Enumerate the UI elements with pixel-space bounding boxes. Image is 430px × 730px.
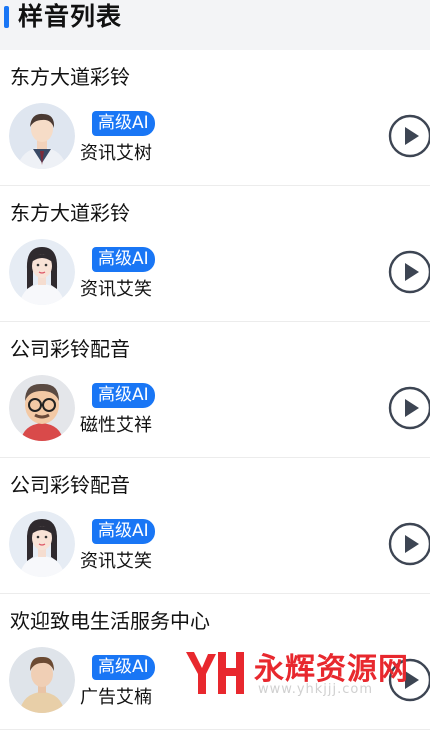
speaker-name: 资讯艾笑 bbox=[80, 551, 152, 572]
play-icon bbox=[388, 522, 430, 566]
sample-title: 东方大道彩铃 bbox=[10, 201, 130, 225]
page-title: 样音列表 bbox=[18, 2, 123, 31]
play-button[interactable] bbox=[388, 522, 430, 566]
premium-ai-badge: 高级AI bbox=[92, 383, 155, 408]
speaker-avatar bbox=[9, 375, 75, 441]
list-item[interactable]: 公司彩铃配音 高级AI 资讯艾笑 bbox=[0, 458, 430, 594]
speaker-avatar bbox=[9, 239, 75, 305]
page-header: 样音列表 bbox=[0, 0, 430, 50]
play-button[interactable] bbox=[388, 386, 430, 430]
speaker-avatar bbox=[9, 103, 75, 169]
play-button[interactable] bbox=[388, 250, 430, 294]
site-watermark: 永辉资源网 www.yhkjjj.com bbox=[182, 644, 430, 700]
speaker-avatar bbox=[9, 511, 75, 577]
premium-ai-badge: 高级AI bbox=[92, 111, 155, 136]
premium-ai-badge: 高级AI bbox=[92, 655, 155, 680]
list-item[interactable]: 东方大道彩铃 高级AI 资讯艾树 bbox=[0, 50, 430, 186]
sample-title: 欢迎致电生活服务中心 bbox=[10, 609, 210, 633]
watermark-logo-icon bbox=[186, 652, 244, 694]
premium-ai-badge: 高级AI bbox=[92, 519, 155, 544]
watermark-url: www.yhkjjj.com bbox=[258, 682, 374, 697]
sample-title: 公司彩铃配音 bbox=[10, 337, 130, 361]
speaker-name: 资讯艾笑 bbox=[80, 279, 152, 300]
play-icon bbox=[388, 386, 430, 430]
sample-title: 东方大道彩铃 bbox=[10, 65, 130, 89]
play-icon bbox=[388, 250, 430, 294]
speaker-avatar bbox=[9, 647, 75, 713]
sample-voice-list: 东方大道彩铃 高级AI 资讯艾树 东方大道彩铃 高级AI 资讯艾笑 公司彩铃配音… bbox=[0, 50, 430, 730]
speaker-name: 广告艾楠 bbox=[80, 687, 152, 708]
list-item[interactable]: 公司彩铃配音 高级AI 磁性艾祥 bbox=[0, 322, 430, 458]
sample-title: 公司彩铃配音 bbox=[10, 473, 130, 497]
header-accent-bar bbox=[4, 6, 9, 28]
list-item[interactable]: 东方大道彩铃 高级AI 资讯艾笑 bbox=[0, 186, 430, 322]
play-button[interactable] bbox=[388, 114, 430, 158]
premium-ai-badge: 高级AI bbox=[92, 247, 155, 272]
play-icon bbox=[388, 114, 430, 158]
speaker-name: 资讯艾树 bbox=[80, 143, 152, 164]
speaker-name: 磁性艾祥 bbox=[80, 415, 152, 436]
